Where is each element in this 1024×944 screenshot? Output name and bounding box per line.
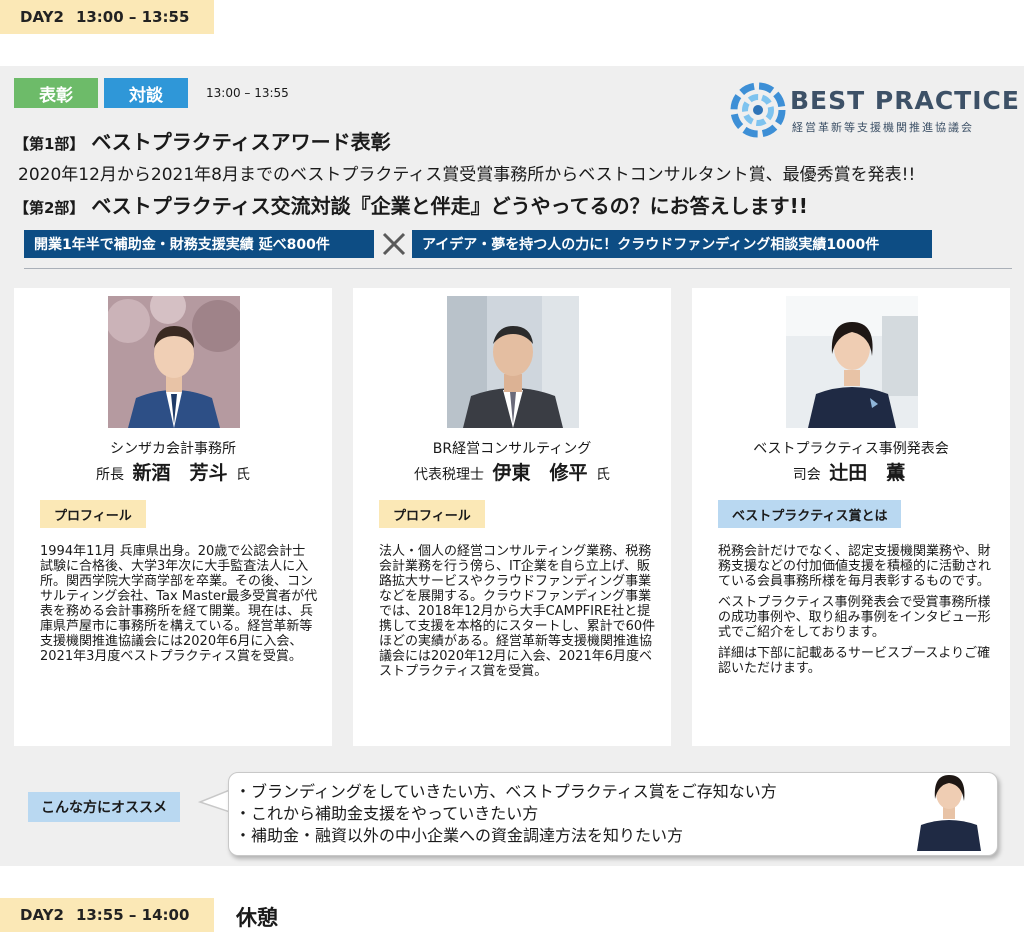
profile-chip: プロフィール [40, 500, 146, 528]
band-left: 開業1年半で補助金・財務支援実績 延べ800件 [24, 230, 374, 258]
profile-chip: プロフィール [379, 500, 485, 528]
recommend-list: ・ブランディングをしていきたい方、ベストプラクティス賞をご存知ない方 ・これから… [235, 781, 777, 847]
award-info-paragraph: 詳細は下部に記載あるサービスブースよりご確認いただけます。 [718, 646, 991, 676]
part1-tag: 【第1部】 [14, 135, 85, 153]
speaker-suffix: 氏 [235, 467, 250, 483]
cross-icon [382, 232, 406, 256]
host-small-photo [909, 763, 989, 851]
recommend-bubble: ・ブランディングをしていきたい方、ベストプラクティス賞をご存知ない方 ・これから… [228, 772, 998, 856]
logo-mark-icon [730, 82, 786, 138]
day-label: DAY2 [20, 8, 64, 26]
part1-title: ベストプラクティスアワード表彰 [91, 130, 391, 154]
divider [24, 268, 1012, 269]
day-time-bar-break: DAY2 13:55 – 14:00 [0, 898, 214, 932]
award-description: 2020年12月から2021年8月までのベストプラクティス賞受賞事務所からベスト… [18, 165, 916, 185]
logo-title: BEST PRACTICE [790, 86, 1020, 115]
band-right: アイデア・夢を持つ人の力に！クラウドファンディング相談実績1000件 [412, 230, 932, 258]
host-card-tsujita: ベストプラクティス事例発表会 司会 辻田 薫 ベストプラクティス賞とは 税務会計… [692, 288, 1010, 746]
speaker-org: シンザカ会計事務所 [110, 441, 236, 457]
speaker-org: BR経営コンサルティング [432, 441, 592, 457]
speaker-card-shinzaka: シンザカ会計事務所 所長 新酒 芳斗 氏 プロフィール 1994年11月 兵庫県… [14, 288, 332, 746]
speaker-name: 新酒 芳斗 [132, 462, 228, 484]
part2-tag: 【第2部】 [14, 199, 85, 217]
speaker-photo [108, 296, 240, 428]
award-info-chip: ベストプラクティス賞とは [718, 500, 902, 528]
host-org: ベストプラクティス事例発表会 [753, 441, 949, 457]
part1-heading: 【第1部】 ベストプラクティスアワード表彰 [14, 126, 391, 155]
profile-text: 1994年11月 兵庫県出身。20歳で公認会計士試験に合格後、大学3年次に大手監… [40, 544, 318, 670]
speaker-name-line: 所長 新酒 芳斗 氏 [14, 458, 332, 485]
speaker-role: 代表税理士 [414, 467, 485, 483]
day-time-bar: DAY2 13:00 – 13:55 [0, 0, 214, 34]
session-time: 13:00 – 13:55 [206, 86, 289, 100]
profile-text: 法人・個人の経営コンサルティング業務、税務会計業務を行う傍ら、IT企業を自ら立上… [379, 544, 657, 685]
recommend-item: ・ブランディングをしていきたい方、ベストプラクティス賞をご存知ない方 [235, 782, 777, 801]
recommend-item: ・これから補助金支援をやっていきたい方 [235, 804, 539, 823]
award-info-paragraph: 税務会計だけでなく、認定支援機関業務や、財務支援などの付加価値支援を積極的に活動… [718, 544, 992, 589]
day-label: DAY2 [20, 906, 64, 924]
host-name: 辻田 薫 [829, 462, 906, 484]
profile-paragraph: 法人・個人の経営コンサルティング業務、税務会計業務を行う傍ら、IT企業を自ら立上… [379, 544, 656, 679]
award-tag: 表彰 [14, 78, 98, 108]
host-photo [786, 296, 918, 428]
speaker-card-ito: BR経営コンサルティング 代表税理士 伊東 修平 氏 プロフィール 法人・個人の… [353, 288, 671, 746]
logo-subtitle: 経営革新等支援機関推進協議会 [792, 121, 974, 134]
award-info-text: 税務会計だけでなく、認定支援機関業務や、財務支援などの付加価値支援を積極的に活動… [718, 544, 996, 682]
host-name-line: 司会 辻田 薫 [692, 458, 1010, 485]
break-title: 休憩 [236, 906, 278, 930]
part2-title: ベストプラクティス交流対談『企業と伴走』どうやってるの？にお答えします!! [91, 194, 808, 218]
day-time: 13:00 – 13:55 [75, 8, 190, 26]
recommend-item: ・補助金・融資以外の中小企業への資金調達方法を知りたい方 [235, 826, 684, 845]
speaker-name: 伊東 修平 [492, 462, 588, 484]
bubble-tail [198, 789, 230, 813]
day-time: 13:55 – 14:00 [75, 906, 190, 924]
award-info-paragraph: ベストプラクティス事例発表会で受賞事務所様の成功事例や、取り組み事例をインタビュ… [718, 595, 991, 640]
speaker-role: 所長 [96, 467, 125, 483]
speaker-name-line: 代表税理士 伊東 修平 氏 [353, 458, 671, 485]
talk-tag: 対談 [104, 78, 188, 108]
part2-heading: 【第2部】 ベストプラクティス交流対談『企業と伴走』どうやってるの？にお答えしま… [14, 190, 808, 219]
speaker-photo [447, 296, 579, 428]
best-practice-logo: BEST PRACTICE 経営革新等支援機関推進協議会 [730, 82, 1019, 138]
recommend-label: こんな方にオススメ [28, 792, 180, 822]
profile-paragraph: 1994年11月 兵庫県出身。20歳で公認会計士試験に合格後、大学3年次に大手監… [40, 544, 318, 664]
speaker-suffix: 氏 [595, 467, 610, 483]
host-role: 司会 [792, 467, 821, 483]
session-panel: 表彰 対談 13:00 – 13:55 BEST PRACTICE 経営革新等支… [0, 66, 1024, 866]
